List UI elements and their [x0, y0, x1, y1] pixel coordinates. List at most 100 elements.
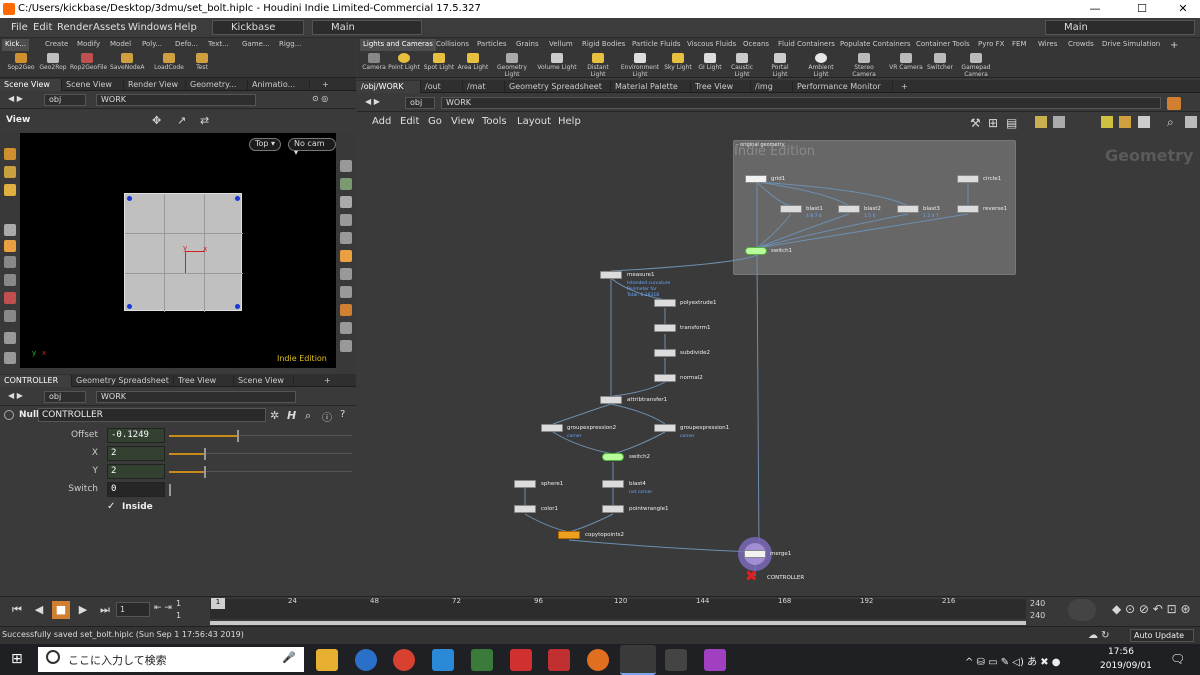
node-attribtransfer1[interactable]: [600, 396, 622, 404]
tool-area-light[interactable]: Area Light: [456, 52, 490, 78]
tab-net-tree-view[interactable]: Tree View: [691, 81, 751, 93]
table-view-icon[interactable]: [1053, 116, 1065, 128]
net-menu-layout[interactable]: Layout: [517, 116, 551, 127]
app-s-icon[interactable]: [510, 649, 532, 671]
menu-edit[interactable]: Edit: [33, 22, 52, 33]
tree-icon[interactable]: ⊞: [988, 116, 998, 130]
slider-knob[interactable]: [204, 466, 206, 478]
tab-controller[interactable]: CONTROLLER: [0, 375, 72, 387]
tool-sop2geo[interactable]: Sop2Geo: [4, 52, 38, 78]
shelf-tab-poly[interactable]: Poly...: [139, 39, 165, 51]
select-tool-icon[interactable]: [4, 148, 16, 160]
node-name-field[interactable]: CONTROLLER: [38, 408, 266, 422]
vscode-icon[interactable]: [432, 649, 454, 671]
node-subdivide2[interactable]: [654, 349, 676, 357]
display-options-icon[interactable]: [340, 160, 352, 172]
shelf-tab-particles[interactable]: Particles: [474, 39, 510, 51]
stop-button[interactable]: ■: [52, 601, 70, 619]
tab-scene-view-1[interactable]: Scene View: [0, 79, 62, 91]
tool-rop2geofile[interactable]: Rop2GeoFile: [70, 52, 107, 78]
node-grid1[interactable]: [745, 175, 767, 183]
jump-end-button[interactable]: ⏭: [96, 601, 114, 619]
tool-switcher[interactable]: Switcher: [923, 52, 957, 78]
tray-icons[interactable]: ^ ⛁ ▭ ✎ ◁) あ ✖ ●: [965, 653, 1061, 668]
scene-viewport[interactable]: Top ▾ No cam ▾ x y y x Indie Edition: [20, 133, 336, 368]
net-path-obj[interactable]: obj: [405, 97, 435, 109]
start-frame-2[interactable]: 1: [176, 611, 181, 620]
display-icon[interactable]: [4, 310, 16, 322]
null-controller-icon[interactable]: ✖: [745, 569, 758, 584]
shelf-tab-pyro-fx[interactable]: Pyro FX: [975, 39, 1007, 51]
tab-render-view[interactable]: Render View: [124, 79, 186, 91]
timeline-range-bar[interactable]: [210, 621, 1026, 625]
tool-point-light[interactable]: Point Light: [387, 52, 421, 78]
shelf-tab-populate-containers[interactable]: Populate Containers: [837, 39, 914, 51]
pin-icon[interactable]: ⊙ ◎: [308, 94, 348, 106]
slider-knob[interactable]: [204, 448, 206, 460]
node-blast1[interactable]: [780, 205, 802, 213]
shelf-add-tab-icon[interactable]: +: [1167, 39, 1181, 51]
shelf-tab-modify[interactable]: Modify: [74, 39, 103, 51]
tool-test[interactable]: Test: [185, 52, 219, 78]
shelf-tab-vellum[interactable]: Vellum: [546, 39, 576, 51]
tab-scene-view[interactable]: Scene View: [234, 375, 294, 387]
auto-update-select[interactable]: Auto Update: [1130, 629, 1194, 642]
end-frame-2[interactable]: 240: [1030, 611, 1045, 620]
add-tab-icon[interactable]: +: [318, 79, 333, 91]
tool-geo2rop[interactable]: Geo2Rop: [36, 52, 70, 78]
search-icon[interactable]: ⌕: [1167, 115, 1174, 130]
node-blast2[interactable]: [838, 205, 860, 213]
tab-performance-monitor[interactable]: Performance Monitor: [793, 81, 893, 93]
transform-handle-icon[interactable]: ✥: [152, 114, 161, 127]
net-menu-add[interactable]: Add: [372, 116, 391, 127]
param-path-work[interactable]: WORK: [96, 391, 296, 403]
tab-geometry-spreadsheet[interactable]: Geometry Spreadsheet: [72, 375, 174, 387]
node-sphere1[interactable]: [514, 480, 536, 488]
node-switch1[interactable]: [745, 247, 767, 255]
node-circle1[interactable]: [957, 175, 979, 183]
shelf-tab-kick[interactable]: Kick...: [2, 39, 30, 51]
snap-icon[interactable]: [4, 256, 16, 268]
param-offset-slider[interactable]: [169, 435, 237, 437]
no-cam-button[interactable]: No cam ▾: [288, 138, 336, 157]
tool-loadcode[interactable]: LoadCode: [152, 52, 186, 78]
menu-help[interactable]: Help: [174, 22, 197, 33]
help-icon[interactable]: ?: [340, 409, 345, 420]
node-merge1[interactable]: [744, 550, 766, 558]
ortho-icon[interactable]: [340, 340, 352, 352]
node-blast3[interactable]: [897, 205, 919, 213]
explorer-icon[interactable]: [316, 649, 338, 671]
mic-icon[interactable]: 🎤: [282, 651, 296, 664]
lock-camera-icon[interactable]: [340, 196, 352, 208]
node-switch2[interactable]: [602, 453, 624, 461]
snapshot-icon[interactable]: [340, 304, 352, 316]
tab-obj-work[interactable]: /obj/WORK: [357, 81, 421, 93]
shelf-tab-drive-simulation[interactable]: Drive Simulation: [1099, 39, 1163, 51]
param-x-slider[interactable]: [169, 453, 204, 455]
render-icon[interactable]: [4, 352, 16, 364]
folder-icon[interactable]: [1119, 116, 1131, 128]
param-path-obj[interactable]: obj: [44, 391, 86, 403]
windows-start-icon[interactable]: ⊞: [11, 651, 23, 667]
param-x-field[interactable]: 2: [107, 446, 165, 461]
shelf-tab-text[interactable]: Text...: [205, 39, 232, 51]
menu-assets[interactable]: Assets: [93, 22, 126, 33]
node-transform1[interactable]: [654, 324, 676, 332]
gear-icon[interactable]: ✲: [270, 409, 279, 422]
node-pointwrangle1[interactable]: [602, 505, 624, 513]
cloud-icon[interactable]: ☁ ↻: [1088, 630, 1110, 641]
shelf-tab-defo[interactable]: Defo...: [172, 39, 201, 51]
houdini-taskbar-icon[interactable]: [620, 645, 656, 675]
shading-icon[interactable]: [340, 232, 352, 244]
add-tab-icon[interactable]: +: [320, 375, 335, 387]
back-arrow-icon[interactable]: ◀ ▶: [4, 94, 27, 106]
vis-icon[interactable]: [4, 332, 16, 344]
wire-icon[interactable]: [340, 286, 352, 298]
move-handle-icon[interactable]: ↗: [177, 114, 186, 127]
node-color1[interactable]: [514, 505, 536, 513]
shelf-tab-model[interactable]: Model: [107, 39, 134, 51]
net-path-work[interactable]: WORK: [441, 97, 1161, 109]
close-button[interactable]: ✕: [1168, 2, 1198, 15]
image-icon[interactable]: [1138, 116, 1150, 128]
tab-img[interactable]: /img: [751, 81, 793, 93]
